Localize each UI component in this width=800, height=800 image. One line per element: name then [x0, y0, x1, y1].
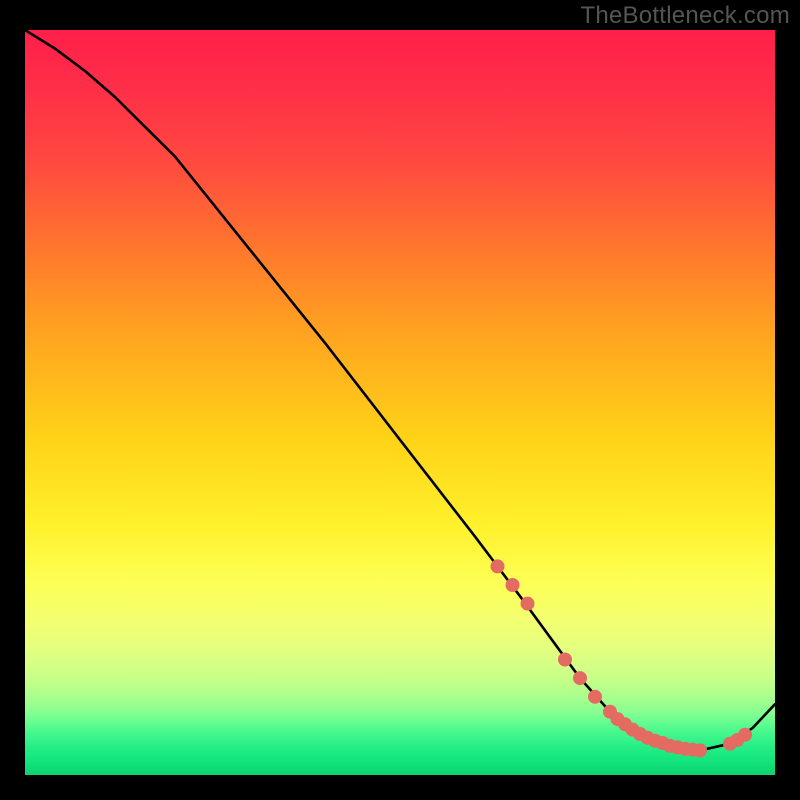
bottleneck-curve [25, 30, 775, 750]
plot-area [25, 30, 775, 775]
watermark-text: TheBottleneck.com [580, 2, 790, 30]
curve-markers [491, 559, 753, 757]
chart-svg [25, 30, 775, 775]
chart-frame: TheBottleneck.com [0, 0, 800, 800]
gradient-background [25, 30, 775, 775]
